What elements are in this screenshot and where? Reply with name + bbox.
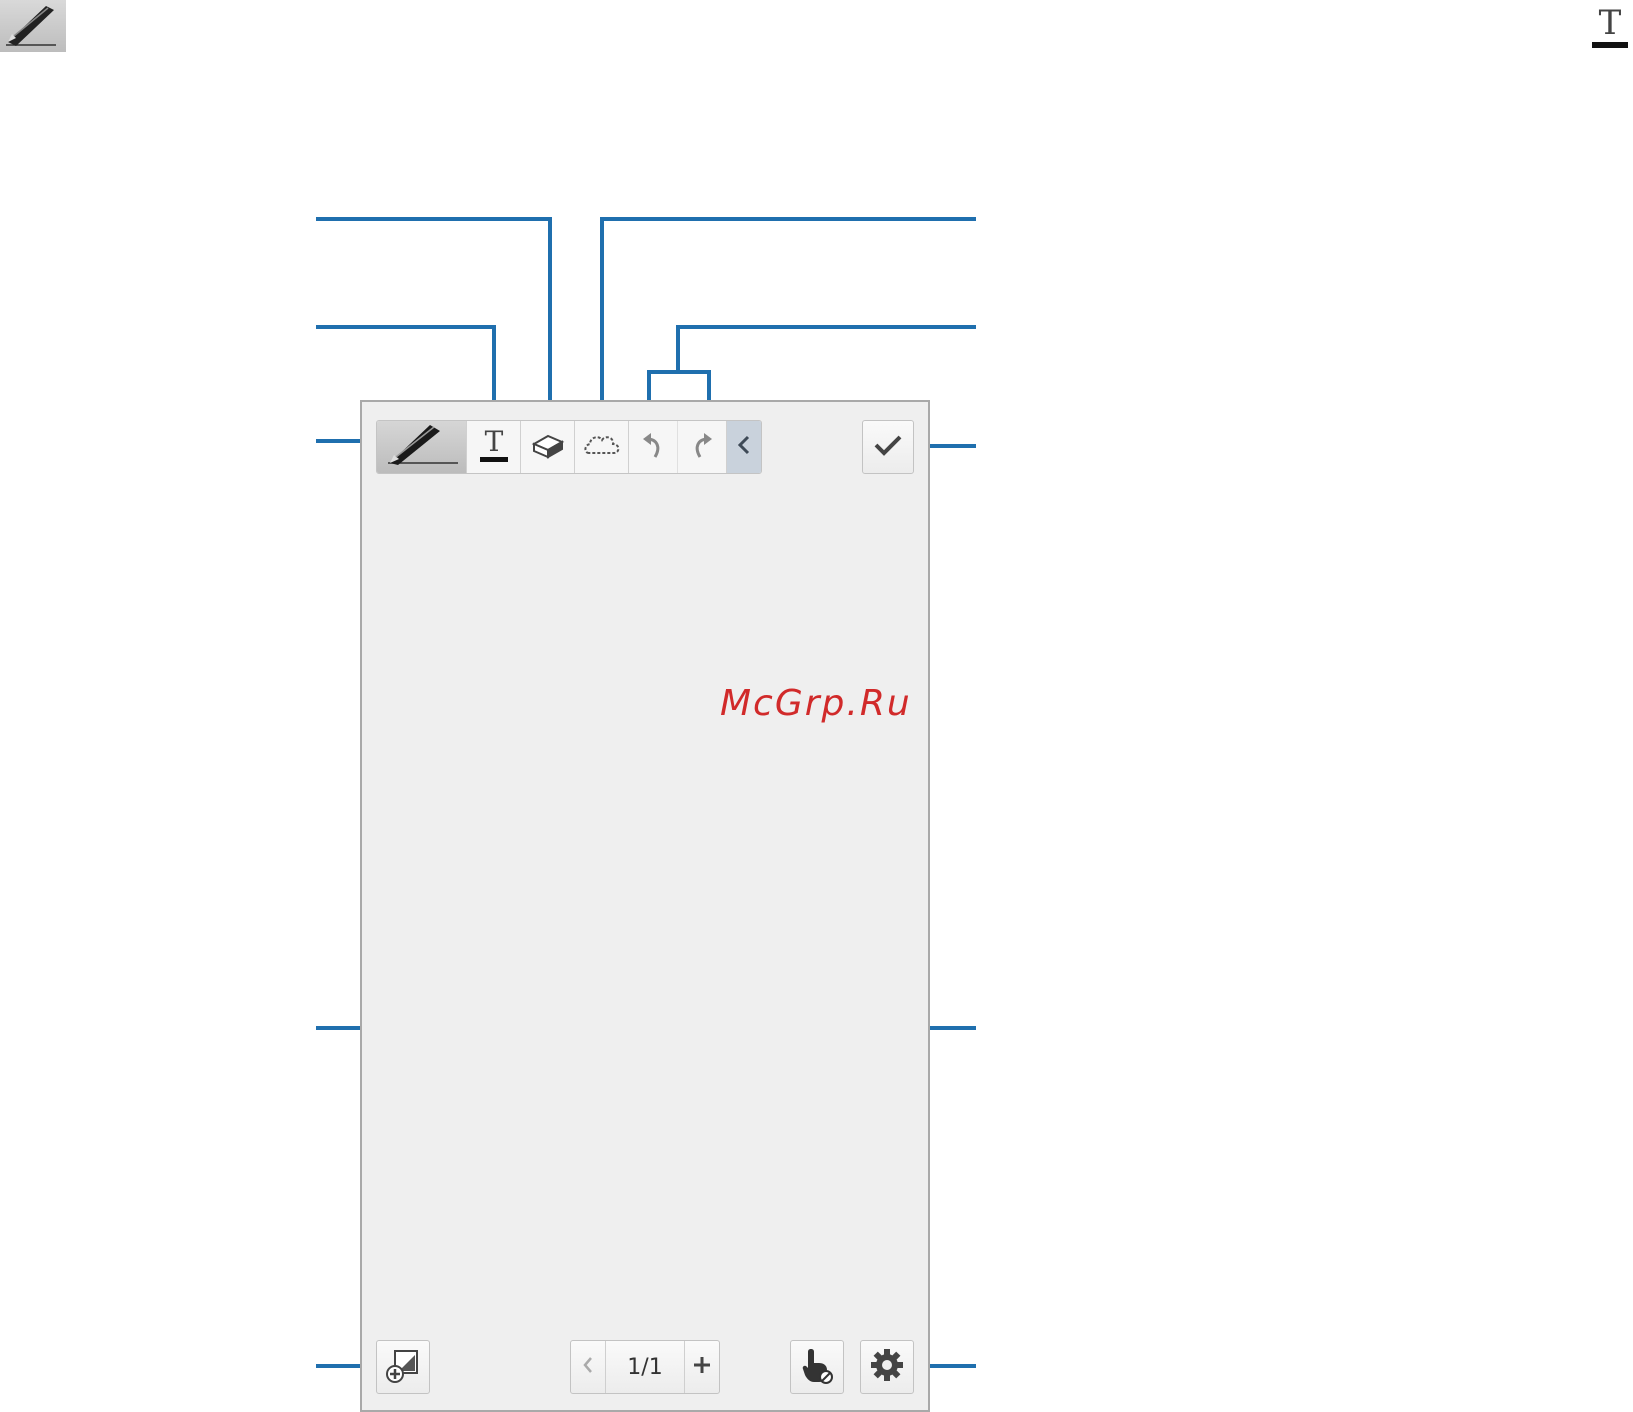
settings-button[interactable] xyxy=(860,1340,914,1394)
text-tool-button[interactable]: T xyxy=(467,421,521,473)
pen-tool-button[interactable] xyxy=(377,421,467,473)
watermark-text: McGrp.Ru xyxy=(720,683,912,724)
insert-page-button[interactable] xyxy=(376,1340,430,1394)
add-page-button[interactable] xyxy=(685,1341,719,1393)
hand-mode-button[interactable] xyxy=(790,1340,844,1394)
canvas-screen[interactable] xyxy=(360,400,930,1412)
page-navigation: 1/1 xyxy=(570,1340,720,1394)
checkmark-icon xyxy=(872,432,904,463)
eraser-tool-button[interactable] xyxy=(521,421,575,473)
undo-icon xyxy=(641,429,665,466)
plus-icon xyxy=(691,1354,713,1381)
hand-pointer-icon xyxy=(799,1345,835,1390)
svg-text:T: T xyxy=(484,425,503,458)
callout-undo-redo xyxy=(676,325,976,372)
selection-tool-button[interactable] xyxy=(575,421,629,473)
chevron-left-icon xyxy=(736,433,752,462)
redo-icon xyxy=(690,429,714,466)
chevron-left-icon xyxy=(581,1354,595,1381)
corner-text-icon: T xyxy=(1590,0,1630,52)
text-icon: T xyxy=(478,425,510,470)
redo-button[interactable] xyxy=(678,421,727,473)
callout-eraser xyxy=(316,217,552,420)
callout-selection xyxy=(600,217,976,420)
drawing-toolbar: T xyxy=(376,420,762,474)
page-indicator: 1/1 xyxy=(606,1341,685,1393)
undo-button[interactable] xyxy=(629,421,678,473)
previous-page-button[interactable] xyxy=(571,1341,606,1393)
eraser-icon xyxy=(530,430,566,465)
svg-text:T: T xyxy=(1599,3,1622,43)
add-image-icon xyxy=(385,1347,421,1388)
done-button[interactable] xyxy=(862,420,914,474)
pen-icon xyxy=(382,421,462,473)
gear-icon xyxy=(869,1347,905,1388)
corner-pen-icon xyxy=(0,0,66,52)
collapse-toolbar-button[interactable] xyxy=(727,421,761,473)
lasso-select-icon xyxy=(583,431,621,464)
